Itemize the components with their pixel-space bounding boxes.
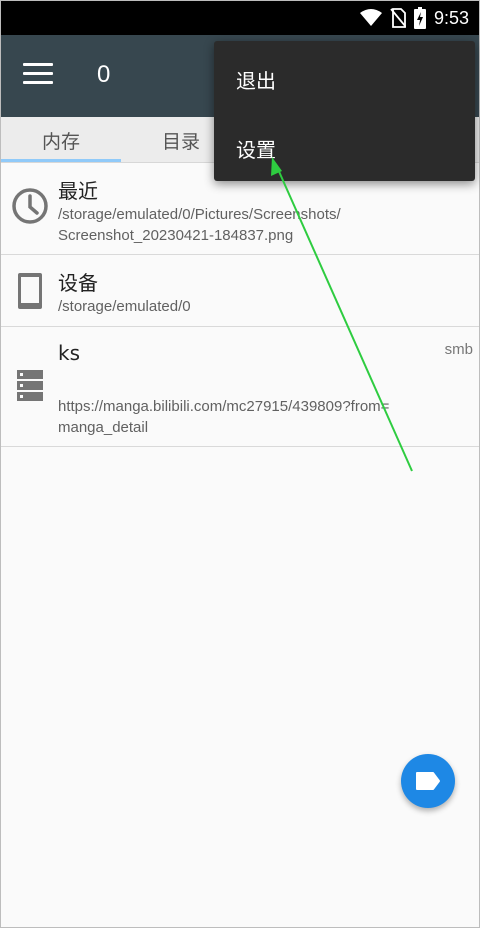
list-item-path-continued: Screenshot_20230421-184837.png — [58, 227, 294, 244]
no-sim-icon — [390, 8, 406, 28]
storage-list: 最近 /storage/emulated/0/Pictures/Screensh… — [1, 163, 479, 447]
list-item-url: https://manga.bilibili.com/mc27915/43980… — [58, 398, 390, 415]
overflow-menu: 退出 设置 — [214, 41, 475, 181]
list-item-url-continued: manga_detail — [58, 419, 149, 436]
list-item-title: ks — [58, 341, 81, 365]
menu-item-settings[interactable]: 设置 — [236, 134, 276, 163]
list-item-title: 最近 — [58, 179, 98, 203]
clock-icon — [12, 188, 48, 224]
tab-indicator — [1, 159, 121, 162]
clock-time: 9:53 — [433, 7, 469, 28]
protocol-tag: smb — [444, 341, 473, 358]
server-icon — [17, 370, 43, 401]
phone-device-icon — [18, 273, 42, 309]
toolbar-title: 0 — [97, 61, 111, 88]
list-item-smb[interactable]: ks smb https://manga.bilibili.com/mc2791… — [1, 327, 479, 447]
list-item-path: /storage/emulated/0 — [58, 298, 191, 315]
menu-item-exit[interactable]: 退出 — [236, 65, 276, 94]
tab-memory[interactable]: 内存 — [1, 117, 121, 163]
wifi-icon — [359, 9, 382, 26]
status-bar: 9:53 — [1, 1, 479, 35]
status-icons: 9:53 — [359, 1, 469, 35]
label-tag-icon — [416, 772, 440, 790]
battery-charging-icon — [413, 7, 426, 29]
hamburger-icon[interactable] — [23, 63, 53, 87]
label-fab-button[interactable] — [401, 754, 455, 808]
list-item-device[interactable]: 设备 /storage/emulated/0 — [1, 255, 479, 327]
list-item-title: 设备 — [58, 271, 98, 295]
list-item-path: /storage/emulated/0/Pictures/Screenshots… — [58, 206, 341, 223]
